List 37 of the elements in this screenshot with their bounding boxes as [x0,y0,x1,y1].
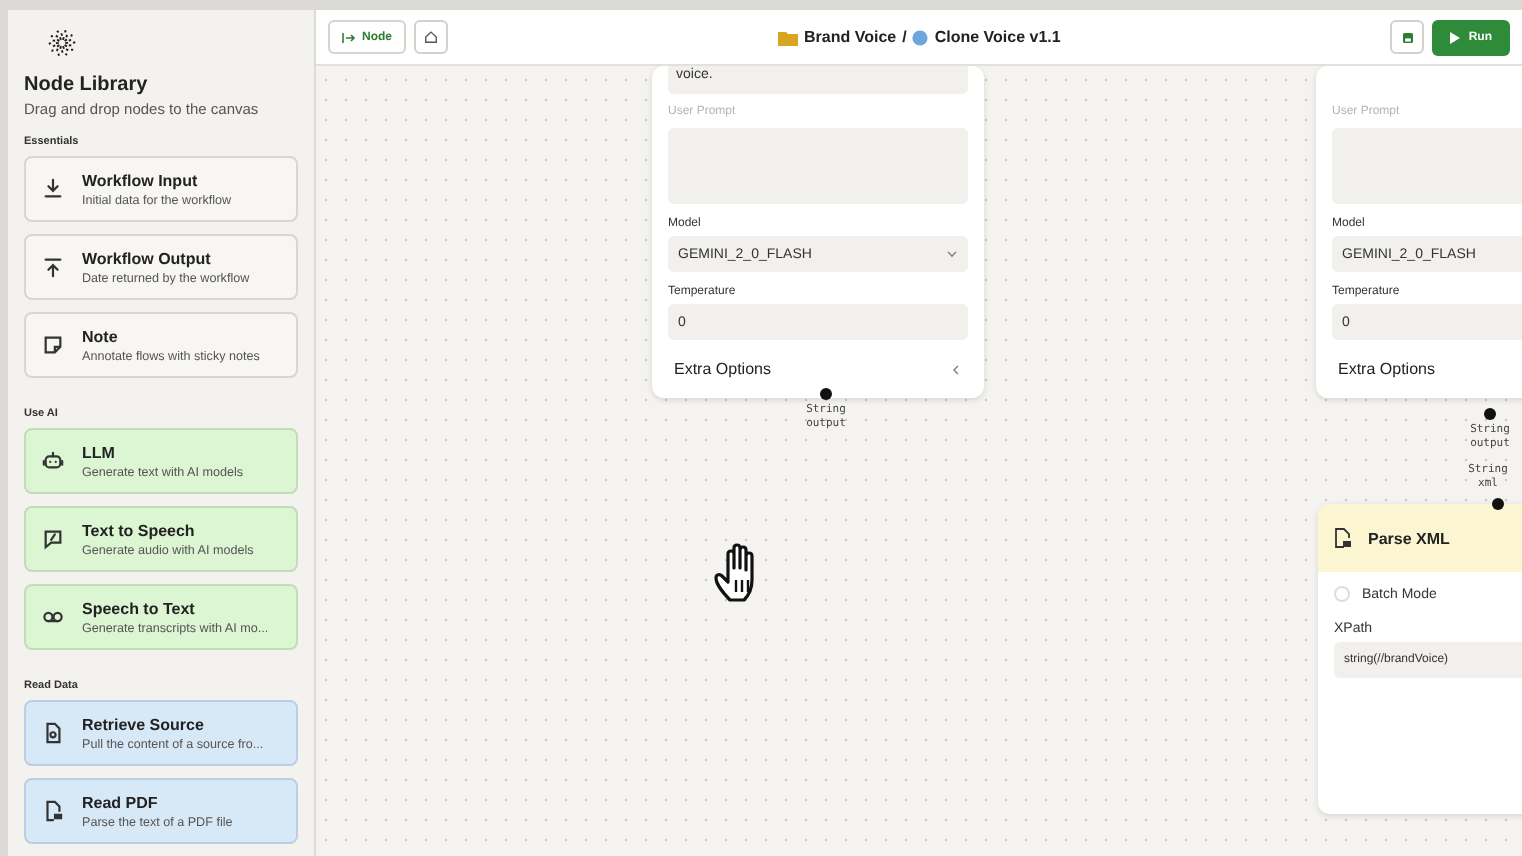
sidebar-title: Node Library [24,74,150,96]
voicemail-icon [42,606,64,628]
robot-icon [42,450,64,472]
message-icon [42,528,64,550]
pdf-file-icon [42,800,64,822]
node-card-title: Text to Speech [82,521,197,539]
workflow-name: Clone Voice v1.1 [934,28,1061,46]
node-card-title: Speech to Text [82,599,197,617]
folder-icon [778,29,798,45]
extra-options-toggle[interactable]: Extra Options [1332,340,1522,382]
arrow-icon [342,31,356,43]
home-button[interactable] [414,20,448,54]
node-card-title: LLM [82,443,117,461]
upload-icon [42,256,64,278]
home-icon [424,30,438,44]
download-icon [42,178,64,200]
file-icon [1334,528,1352,548]
node-card-title: Workflow Input [82,171,200,189]
folder-name[interactable]: Brand Voice [804,28,897,46]
file-search-icon [42,722,64,744]
node-card-title: Retrieve Source [82,715,206,733]
output-handle[interactable] [1484,408,1496,420]
globe-icon [912,29,929,45]
node-card-title: Workflow Output [82,249,213,267]
node-card-title: Read PDF [82,793,160,811]
chevron-icon [950,363,962,375]
chevron-icon [946,248,958,260]
breadcrumb-separator: / [902,28,907,46]
save-icon [1401,31,1414,43]
node-card-title: Note [82,327,120,345]
sticky-note-icon [42,334,64,356]
input-handle[interactable] [1492,498,1504,510]
node-title: Parse XML [1368,529,1450,547]
extra-options-toggle[interactable]: Extra Options [668,340,968,382]
play-icon [1450,31,1461,43]
batch-mode-checkbox[interactable] [1334,586,1350,602]
save-button[interactable] [1390,20,1425,54]
